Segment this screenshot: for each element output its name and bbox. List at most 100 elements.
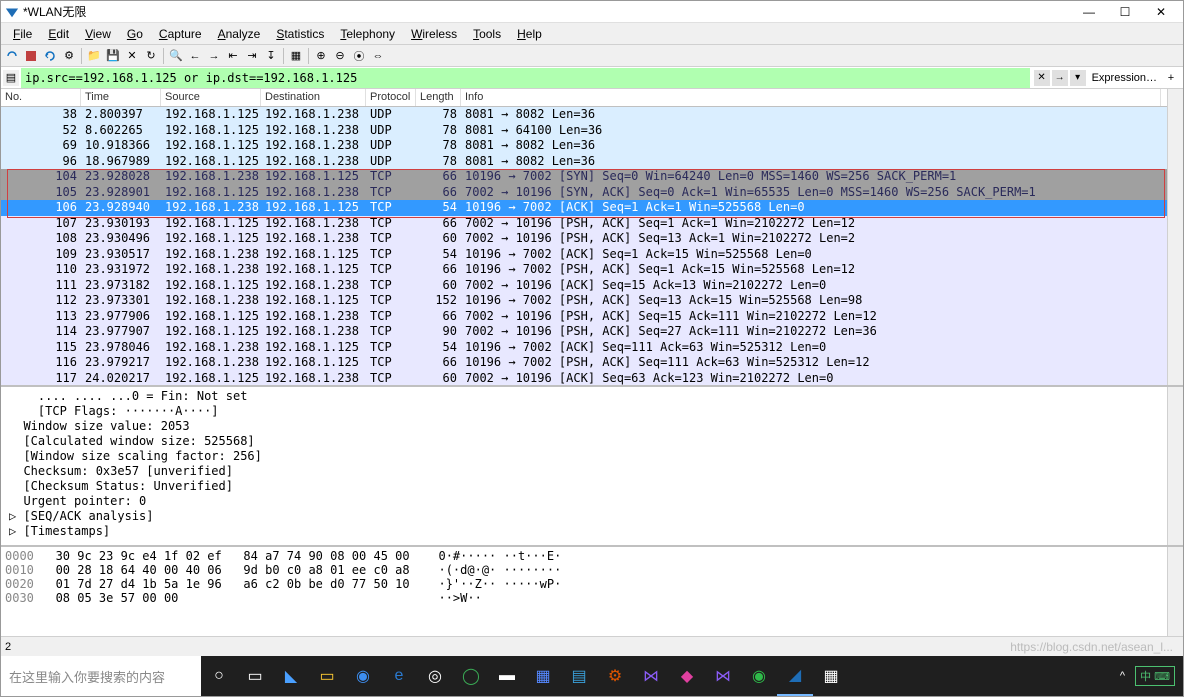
terminal-icon[interactable]: ▬ [489,656,525,696]
open-file-button[interactable]: 📁 [85,47,103,65]
go-prev-button[interactable]: ← [186,47,204,65]
detail-line[interactable]: [Window size scaling factor: 256] [9,449,1175,464]
wireshark-taskbar-icon[interactable]: ◢ [777,656,813,696]
resize-columns-button[interactable]: ⇔ [369,47,387,65]
menu-go[interactable]: Go [119,25,151,43]
menu-view[interactable]: View [77,25,119,43]
packet-row[interactable]: 528.602265192.168.1.125192.168.1.238UDP7… [1,123,1167,139]
maximize-button[interactable]: ☐ [1107,1,1143,23]
go-last-button[interactable]: ⇥ [243,47,261,65]
system-tray[interactable]: ^ 中 ⌨ [1112,666,1183,686]
column-header-time[interactable]: Time [81,89,161,106]
column-header-protocol[interactable]: Protocol [366,89,416,106]
taskbar-app-8[interactable]: ▦ [525,656,561,696]
packet-row[interactable]: 11724.020217192.168.1.125192.168.1.238TC… [1,371,1167,386]
packet-row[interactable]: 9618.967989192.168.1.125192.168.1.238UDP… [1,154,1167,170]
packet-row[interactable]: 11023.931972192.168.1.238192.168.1.125TC… [1,262,1167,278]
packet-row[interactable]: 11423.977907192.168.1.125192.168.1.238TC… [1,324,1167,340]
detail-line[interactable]: .... .... ...0 = Fin: Not set [9,389,1175,404]
add-filter-button[interactable]: + [1163,70,1179,86]
detail-line[interactable]: [TCP Flags: ·······A····] [9,404,1175,419]
packet-list-rows[interactable]: 382.800397192.168.1.125192.168.1.238UDP7… [1,107,1167,385]
apply-filter-button[interactable]: → [1052,70,1068,86]
cortana-icon[interactable]: ○ [201,656,237,696]
restart-capture-button[interactable] [41,47,59,65]
wechat-icon[interactable]: ◉ [741,656,777,696]
task-view-icon[interactable]: ▭ [237,656,273,696]
detail-line[interactable]: Urgent pointer: 0 [9,494,1175,509]
filter-bookmark-icon[interactable]: ▤ [3,70,19,86]
taskbar-app-1[interactable]: ◣ [273,656,309,696]
menu-tools[interactable]: Tools [465,25,509,43]
packet-row[interactable]: 10423.928028192.168.1.238192.168.1.125TC… [1,169,1167,185]
detail-line[interactable]: [Calculated window size: 525568] [9,434,1175,449]
find-button[interactable]: 🔍 [167,47,185,65]
go-next-button[interactable]: → [205,47,223,65]
close-file-button[interactable]: ✕ [123,47,141,65]
go-first-button[interactable]: ⇤ [224,47,242,65]
minimize-button[interactable]: — [1071,1,1107,23]
packet-row[interactable]: 11523.978046192.168.1.238192.168.1.125TC… [1,340,1167,356]
detail-line[interactable]: [Checksum Status: Unverified] [9,479,1175,494]
taskbar-app-6[interactable]: ◯ [453,656,489,696]
hex-line[interactable]: 0010 00 28 18 64 40 00 40 06 9d b0 c0 a8… [5,563,1179,577]
taskbar-app-10[interactable]: ⚙ [597,656,633,696]
packet-row[interactable]: 10923.930517192.168.1.238192.168.1.125TC… [1,247,1167,263]
taskbar-app-3[interactable]: ◉ [345,656,381,696]
packet-row[interactable]: 11223.973301192.168.1.238192.168.1.125TC… [1,293,1167,309]
packet-list-scrollbar[interactable] [1167,89,1183,385]
packet-row[interactable]: 6910.918366192.168.1.125192.168.1.238UDP… [1,138,1167,154]
packet-row[interactable]: 382.800397192.168.1.125192.168.1.238UDP7… [1,107,1167,123]
save-button[interactable]: 💾 [104,47,122,65]
stop-capture-button[interactable] [22,47,40,65]
edge-icon[interactable]: e [381,656,417,696]
packet-row[interactable]: 10623.928940192.168.1.238192.168.1.125TC… [1,200,1167,216]
filter-history-button[interactable]: ▾ [1070,70,1086,86]
menu-capture[interactable]: Capture [151,25,210,43]
windows-search-box[interactable]: 在这里输入你要搜索的内容 [1,656,201,696]
zoom-reset-button[interactable]: ⦿ [350,47,368,65]
reload-button[interactable]: ↻ [142,47,160,65]
vscode-icon[interactable]: ⋈ [633,656,669,696]
packet-row[interactable]: 10823.930496192.168.1.125192.168.1.238TC… [1,231,1167,247]
hex-line[interactable]: 0000 30 9c 23 9c e4 1f 02 ef 84 a7 74 90… [5,549,1179,563]
zoom-in-button[interactable]: ⊕ [312,47,330,65]
colorize-button[interactable]: ▦ [287,47,305,65]
hex-scrollbar[interactable] [1167,547,1183,646]
column-header-length[interactable]: Length [416,89,461,106]
calculator-icon[interactable]: ▦ [813,656,849,696]
packet-details-pane[interactable]: .... .... ...0 = Fin: Not set [TCP Flags… [1,387,1183,547]
packet-row[interactable]: 10523.928901192.168.1.125192.168.1.238TC… [1,185,1167,201]
taskbar-app-9[interactable]: ▤ [561,656,597,696]
detail-line[interactable]: Window size value: 2053 [9,419,1175,434]
menu-statistics[interactable]: Statistics [268,25,332,43]
detail-line[interactable]: Checksum: 0x3e57 [unverified] [9,464,1175,479]
chrome-icon[interactable]: ◎ [417,656,453,696]
taskbar-app-12[interactable]: ◆ [669,656,705,696]
column-header-info[interactable]: Info [461,89,1161,106]
menu-wireless[interactable]: Wireless [403,25,465,43]
auto-scroll-button[interactable]: ↧ [262,47,280,65]
menu-file[interactable]: File [5,25,40,43]
packet-row[interactable]: 11623.979217192.168.1.238192.168.1.125TC… [1,355,1167,371]
column-header-destination[interactable]: Destination [261,89,366,106]
start-capture-button[interactable] [3,47,21,65]
menu-telephony[interactable]: Telephony [332,25,403,43]
menu-edit[interactable]: Edit [40,25,77,43]
packet-row[interactable]: 11323.977906192.168.1.125192.168.1.238TC… [1,309,1167,325]
capture-options-button[interactable]: ⚙ [60,47,78,65]
visualstudio-icon[interactable]: ⋈ [705,656,741,696]
menu-analyze[interactable]: Analyze [210,25,269,43]
packet-bytes-pane[interactable]: 0000 30 9c 23 9c e4 1f 02 ef 84 a7 74 90… [1,547,1183,647]
file-explorer-icon[interactable]: ▭ [309,656,345,696]
hex-line[interactable]: 0030 08 05 3e 57 00 00 ··>W·· [5,591,1179,605]
detail-line[interactable]: ▷ [Timestamps] [9,524,1175,539]
column-header-no[interactable]: No. [1,89,81,106]
detail-line[interactable]: ▷ [SEQ/ACK analysis] [9,509,1175,524]
display-filter-input[interactable] [21,68,1030,88]
close-button[interactable]: ✕ [1143,1,1179,23]
packet-row[interactable]: 10723.930193192.168.1.125192.168.1.238TC… [1,216,1167,232]
details-scrollbar[interactable] [1167,387,1183,545]
hex-line[interactable]: 0020 01 7d 27 d4 1b 5a 1e 96 a6 c2 0b be… [5,577,1179,591]
clear-filter-button[interactable]: ✕ [1034,70,1050,86]
